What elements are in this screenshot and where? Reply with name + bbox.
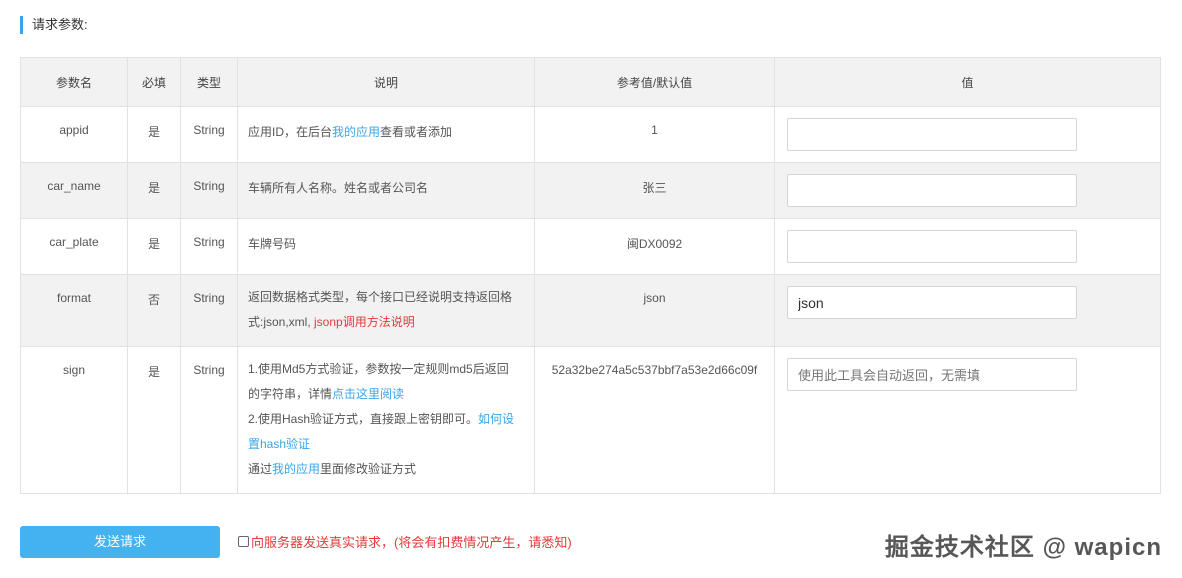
param-name: format — [20, 274, 128, 347]
required-flag: 是 — [127, 162, 181, 219]
required-flag: 是 — [127, 106, 181, 163]
desc-text: 里面修改验证方式 — [320, 462, 417, 476]
param-name: sign — [20, 346, 128, 494]
param-ref: 闽DX0092 — [534, 218, 775, 275]
desc-text: 2.使用Hash验证方式，直接跟上密钥即可。 — [248, 412, 479, 426]
col-header-type: 类型 — [180, 57, 238, 107]
param-ref: json — [534, 274, 775, 347]
table-row-car-name: car_name 是 String 车辆所有人名称。姓名或者公司名 张三 — [20, 162, 1161, 219]
param-value-cell — [774, 162, 1161, 219]
param-ref: 52a32be274a5c537bbf7a53e2d66c09f — [534, 346, 775, 494]
param-value-cell — [774, 274, 1161, 347]
params-table: 参数名 必填 类型 说明 参考值/默认值 值 appid 是 String 应用… — [20, 57, 1161, 494]
appid-input[interactable] — [787, 118, 1077, 151]
read-here-link[interactable]: 点击这里阅读 — [332, 387, 404, 401]
table-row-sign: sign 是 String 1.使用Md5方式验证，参数按一定规则md5后返回 … — [20, 346, 1161, 494]
param-desc: 1.使用Md5方式验证，参数按一定规则md5后返回 的字符串，详情点击这里阅读 … — [237, 346, 535, 494]
desc-line: 通过我的应用里面修改验证方式 — [248, 457, 524, 482]
col-header-value: 值 — [774, 57, 1161, 107]
desc-line: 置hash验证 — [248, 432, 524, 457]
param-desc: 返回数据格式类型，每个接口已经说明支持返回格 式:json,xml, jsonp… — [237, 274, 535, 347]
param-type: String — [180, 162, 238, 219]
param-desc: 应用ID，在后台我的应用查看或者添加 — [237, 106, 535, 163]
table-header-row: 参数名 必填 类型 说明 参考值/默认值 值 — [20, 57, 1161, 107]
sign-input[interactable] — [787, 358, 1077, 391]
format-input[interactable] — [787, 286, 1077, 319]
send-request-button[interactable]: 发送请求 — [20, 526, 220, 558]
col-header-required: 必填 — [127, 57, 181, 107]
real-request-label: 向服务器发送真实请求，(将会有扣费情况产生，请悉知) — [251, 534, 572, 550]
desc-line: 2.使用Hash验证方式，直接跟上密钥即可。如何设 — [248, 407, 524, 432]
watermark: 掘金技术社区 @ wapicn — [884, 534, 1162, 561]
param-name: appid — [20, 106, 128, 163]
desc-text: 式:json,xml, — [248, 315, 315, 329]
param-type: String — [180, 218, 238, 275]
desc-text: 查看或者添加 — [380, 125, 453, 139]
param-value-cell — [774, 346, 1161, 494]
table-row-format: format 否 String 返回数据格式类型，每个接口已经说明支持返回格 式… — [20, 274, 1161, 347]
param-type: String — [180, 106, 238, 163]
my-app-link[interactable]: 我的应用 — [272, 462, 320, 476]
param-type: String — [180, 346, 238, 494]
real-request-option[interactable]: 向服务器发送真实请求，(将会有扣费情况产生，请悉知) — [238, 532, 572, 550]
param-ref: 1 — [534, 106, 775, 163]
desc-line: 式:json,xml, jsonp调用方法说明 — [248, 310, 524, 335]
desc-line: 1.使用Md5方式验证，参数按一定规则md5后返回 — [248, 362, 509, 376]
hash-setup-link[interactable]: 如何设 — [478, 412, 514, 426]
desc-text: 的字符串，详情 — [248, 387, 333, 401]
param-ref: 张三 — [534, 162, 775, 219]
col-header-ref: 参考值/默认值 — [534, 57, 775, 107]
desc-line: 返回数据格式类型，每个接口已经说明支持返回格 — [248, 290, 513, 304]
param-desc: 车辆所有人名称。姓名或者公司名 — [237, 162, 535, 219]
desc-line: 的字符串，详情点击这里阅读 — [248, 382, 524, 407]
col-header-name: 参数名 — [20, 57, 128, 107]
required-flag: 是 — [127, 218, 181, 275]
param-name: car_plate — [20, 218, 128, 275]
param-type: String — [180, 274, 238, 347]
col-header-desc: 说明 — [237, 57, 535, 107]
real-request-checkbox[interactable] — [238, 535, 249, 547]
param-value-cell — [774, 106, 1161, 163]
car-plate-input[interactable] — [787, 230, 1077, 263]
car-name-input[interactable] — [787, 174, 1077, 207]
my-app-link[interactable]: 我的应用 — [332, 125, 380, 139]
table-row-car-plate: car_plate 是 String 车牌号码 闽DX0092 — [20, 218, 1161, 275]
section-title: 请求参数: — [20, 16, 88, 34]
param-value-cell — [774, 218, 1161, 275]
jsonp-doc-link[interactable]: jsonp调用方法说明 — [314, 315, 415, 329]
param-desc: 车牌号码 — [237, 218, 535, 275]
desc-text: 应用ID，在后台 — [248, 125, 333, 139]
required-flag: 是 — [127, 346, 181, 494]
desc-text: 通过 — [248, 462, 273, 476]
required-flag: 否 — [127, 274, 181, 347]
param-name: car_name — [20, 162, 128, 219]
table-row-appid: appid 是 String 应用ID，在后台我的应用查看或者添加 1 — [20, 106, 1161, 163]
hash-setup-link-cont[interactable]: 置hash验证 — [248, 437, 310, 451]
